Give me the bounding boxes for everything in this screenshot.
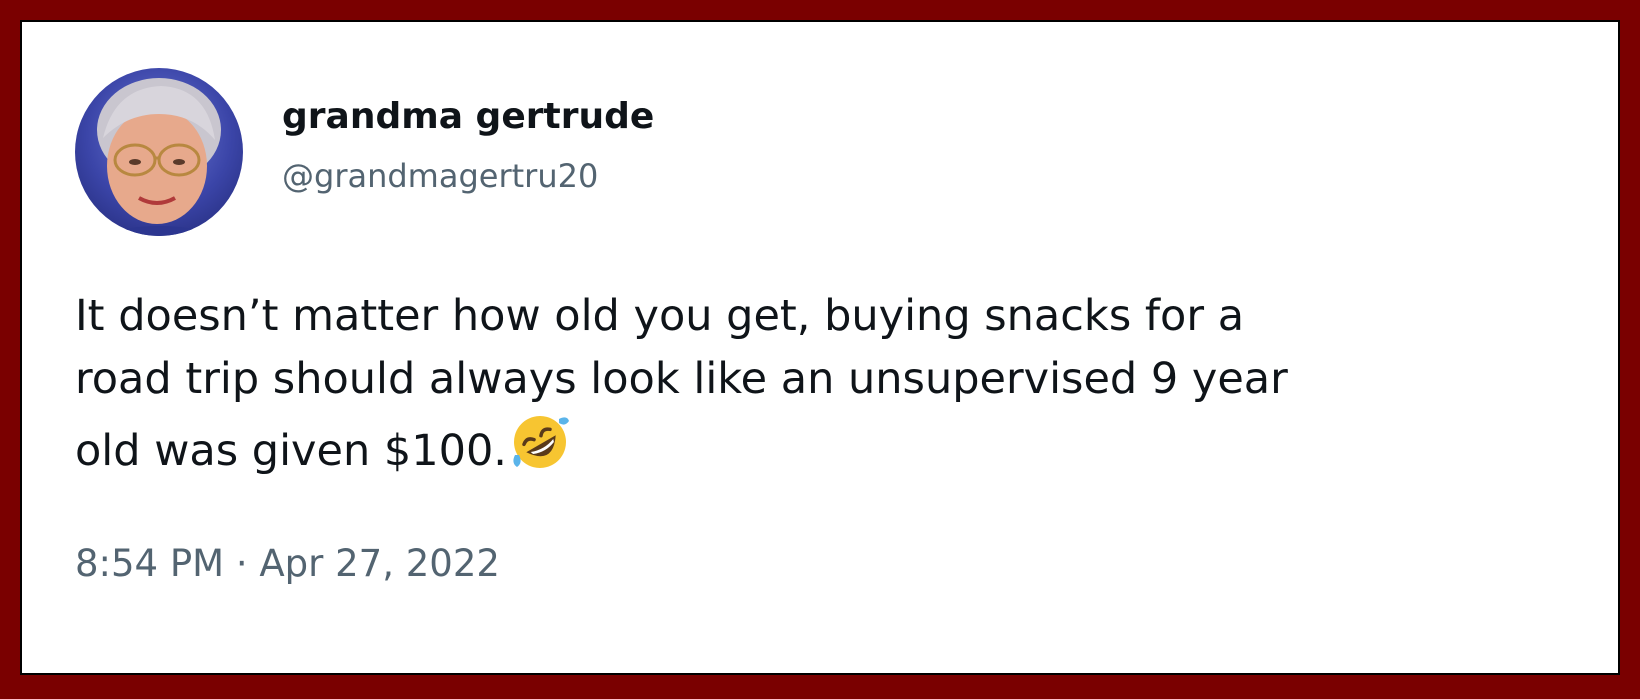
rolling-on-floor-laughing-emoji-icon <box>509 411 571 491</box>
tweet-card: grandma gertrude @grandmagertru20 It doe… <box>20 20 1620 675</box>
tweet-text-line-with-emoji: old was given $100. <box>75 411 1575 491</box>
display-name[interactable]: grandma gertrude <box>282 96 654 137</box>
tweet-text: It doesn’t matter how old you get, buyin… <box>75 285 1575 491</box>
user-handle[interactable]: @grandmagertru20 <box>282 157 598 195</box>
person-portrait-avatar <box>95 78 223 236</box>
tweet-timestamp[interactable]: 8:54 PM · Apr 27, 2022 <box>75 542 500 585</box>
tweet-text-line: road trip should always look like an uns… <box>75 354 1288 404</box>
tweet-text-line: It doesn’t matter how old you get, buyin… <box>75 291 1245 341</box>
avatar[interactable] <box>75 68 243 236</box>
tweet-text-line: old was given $100. <box>75 426 507 476</box>
